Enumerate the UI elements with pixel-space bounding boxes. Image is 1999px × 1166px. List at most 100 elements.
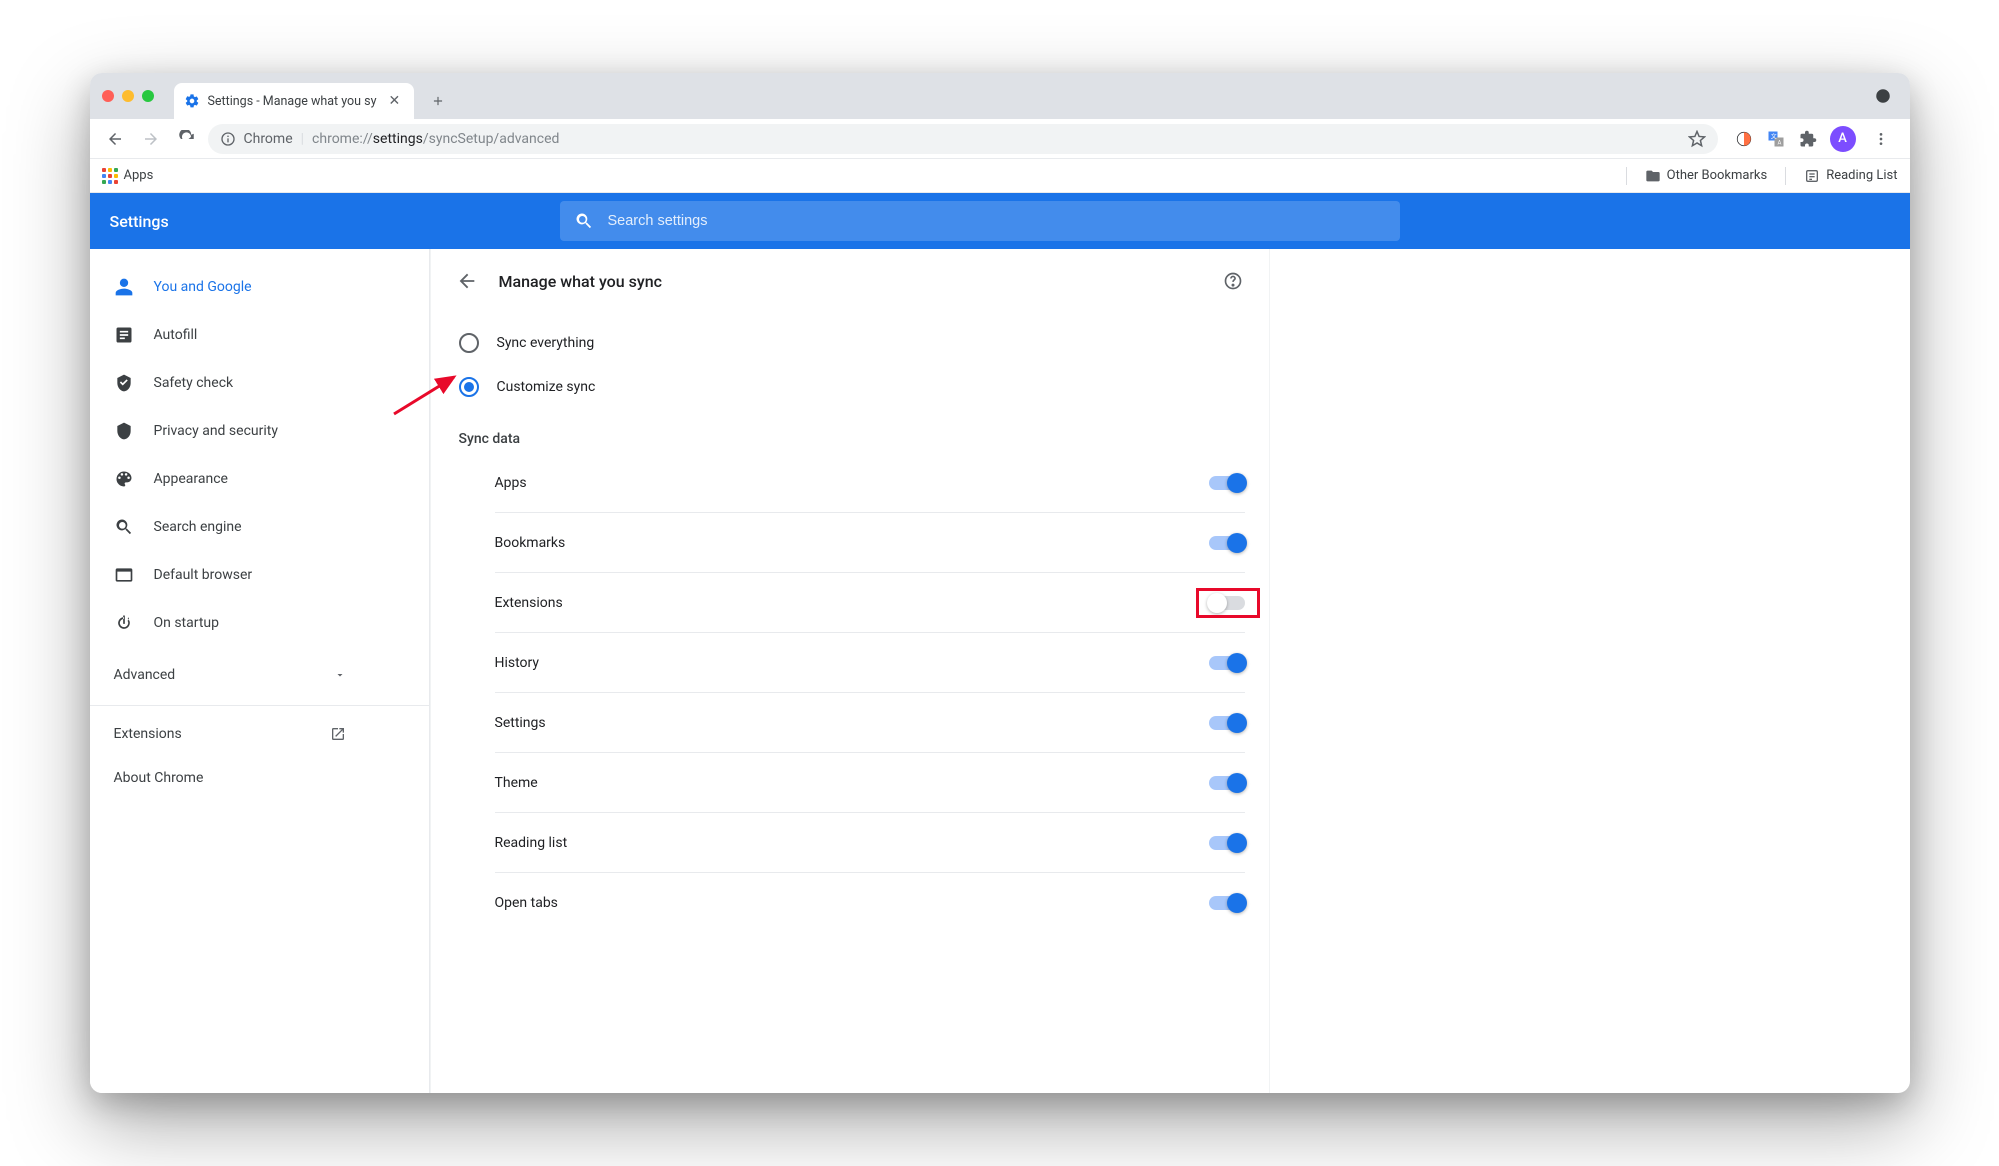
sidebar-item-safety-check[interactable]: Safety check — [90, 359, 429, 407]
forward-button[interactable] — [136, 124, 166, 154]
toggle-label: Apps — [495, 475, 527, 491]
radio-button[interactable] — [459, 333, 479, 353]
sync-toggle-row-apps: Apps — [495, 453, 1245, 513]
toggle-label: Extensions — [495, 595, 563, 611]
sidebar-advanced-toggle[interactable]: Advanced — [90, 651, 370, 699]
toggle-switch[interactable] — [1209, 836, 1245, 850]
titlebar: Settings - Manage what you sy ✕ — [90, 73, 1910, 119]
sidebar-item-you-and-google[interactable]: You and Google — [90, 263, 429, 311]
new-tab-button[interactable] — [424, 87, 452, 115]
open-in-new-icon — [330, 726, 346, 742]
close-window-button[interactable] — [102, 90, 114, 102]
main-panel: Manage what you sync Sync everything Cus… — [430, 249, 1270, 1093]
divider — [1785, 167, 1786, 185]
sidebar-item-autofill[interactable]: Autofill — [90, 311, 429, 359]
address-bar[interactable]: Chrome | chrome://settings/syncSetup/adv… — [208, 124, 1718, 154]
sidebar-item-label: Privacy and security — [154, 423, 278, 439]
browser-menu-button[interactable] — [1868, 126, 1894, 152]
radio-button[interactable] — [459, 377, 479, 397]
search-icon — [574, 211, 594, 231]
extension-icon-translate[interactable]: 文A — [1766, 129, 1786, 149]
bookmark-star-icon[interactable] — [1688, 130, 1706, 148]
sidebar-item-on-startup[interactable]: On startup — [90, 599, 429, 647]
sidebar-about-link[interactable]: About Chrome — [90, 756, 370, 800]
search-settings-input[interactable] — [608, 213, 1386, 229]
minimize-window-button[interactable] — [122, 90, 134, 102]
bookmarks-bar: Apps Other Bookmarks Reading List — [90, 159, 1910, 193]
toggle-switch[interactable] — [1209, 536, 1245, 550]
apps-grid-icon — [102, 168, 118, 184]
toggle-switch[interactable] — [1209, 716, 1245, 730]
toggle-label: Theme — [495, 775, 538, 791]
sync-toggle-row-reading-list: Reading list — [495, 813, 1245, 873]
toggle-switch[interactable] — [1209, 776, 1245, 790]
sync-toggle-row-open-tabs: Open tabs — [495, 873, 1245, 933]
sync-toggle-row-settings: Settings — [495, 693, 1245, 753]
extension-icon-1[interactable] — [1734, 129, 1754, 149]
shield-check-icon — [114, 373, 134, 393]
reload-button[interactable] — [172, 124, 202, 154]
profile-avatar[interactable]: A — [1830, 126, 1856, 152]
radio-label: Sync everything — [497, 335, 595, 351]
chevron-down-icon — [334, 669, 346, 681]
tab-title: Settings - Manage what you sy — [208, 94, 377, 109]
apps-shortcut[interactable]: Apps — [102, 168, 154, 184]
browser-tab[interactable]: Settings - Manage what you sy ✕ — [174, 83, 415, 119]
toggle-label: Bookmarks — [495, 535, 566, 551]
extensions-puzzle-icon[interactable] — [1798, 129, 1818, 149]
sidebar-item-label: Appearance — [154, 471, 228, 487]
browser-window: Settings - Manage what you sy ✕ Chrome — [90, 73, 1910, 1093]
sync-toggle-list: Apps Bookmarks Extensions History Settings Th… — [495, 453, 1245, 933]
sidebar-item-search-engine[interactable]: Search engine — [90, 503, 429, 551]
settings-sidebar: You and Google Autofill Safety check Privac… — [90, 249, 430, 1093]
extensions-area: 文A A — [1724, 126, 1900, 152]
search-icon — [114, 517, 134, 537]
url-label: Chrome — [244, 131, 293, 147]
sidebar-extensions-link[interactable]: Extensions — [90, 712, 370, 756]
sidebar-item-default-browser[interactable]: Default browser — [90, 551, 429, 599]
sidebar-item-label: You and Google — [154, 279, 252, 295]
svg-text:文: 文 — [1770, 132, 1776, 140]
sidebar-item-appearance[interactable]: Appearance — [90, 455, 429, 503]
toggle-switch[interactable] — [1209, 896, 1245, 910]
help-button[interactable] — [1221, 269, 1245, 293]
sidebar-item-label: Safety check — [154, 375, 234, 391]
page-back-button[interactable] — [455, 269, 479, 293]
site-info-icon[interactable] — [220, 131, 236, 147]
toggle-label: Open tabs — [495, 895, 558, 911]
sidebar-item-label: On startup — [154, 615, 220, 631]
radio-customize-sync[interactable]: Customize sync — [455, 365, 1245, 409]
toggle-switch[interactable] — [1209, 476, 1245, 490]
tab-favicon-settings-icon — [184, 93, 200, 109]
tab-close-button[interactable]: ✕ — [385, 93, 405, 109]
toggle-label: Settings — [495, 715, 546, 731]
sync-toggle-row-history: History — [495, 633, 1245, 693]
toggle-switch[interactable] — [1209, 656, 1245, 670]
content-area: Sync everything Customize sync Sync data… — [431, 313, 1269, 957]
url-text: chrome://settings/syncSetup/advanced — [312, 131, 559, 147]
sync-data-heading: Sync data — [459, 431, 1245, 447]
toggle-switch[interactable] — [1209, 596, 1245, 610]
sync-toggle-row-theme: Theme — [495, 753, 1245, 813]
svg-text:A: A — [1777, 139, 1781, 146]
settings-app-title: Settings — [110, 212, 560, 231]
radio-sync-everything[interactable]: Sync everything — [455, 321, 1245, 365]
sync-toggle-row-extensions: Extensions — [495, 573, 1245, 633]
shield-icon — [114, 421, 134, 441]
other-bookmarks-folder[interactable]: Other Bookmarks — [1645, 168, 1768, 184]
search-settings-box[interactable] — [560, 201, 1400, 241]
sidebar-item-label: Autofill — [154, 327, 198, 343]
sidebar-item-privacy-and-security[interactable]: Privacy and security — [90, 407, 429, 455]
page-header: Manage what you sync — [431, 249, 1269, 313]
sidebar-item-label: Default browser — [154, 567, 253, 583]
back-button[interactable] — [100, 124, 130, 154]
browser-icon — [114, 565, 134, 585]
autofill-icon — [114, 325, 134, 345]
settings-body: You and Google Autofill Safety check Privac… — [90, 249, 1910, 1093]
browser-toolbar: Chrome | chrome://settings/syncSetup/adv… — [90, 119, 1910, 159]
reading-list-button[interactable]: Reading List — [1804, 168, 1897, 184]
sidebar-item-label: Search engine — [154, 519, 242, 535]
incognito-indicator-icon — [1874, 87, 1892, 105]
maximize-window-button[interactable] — [142, 90, 154, 102]
settings-header: Settings — [90, 193, 1910, 249]
